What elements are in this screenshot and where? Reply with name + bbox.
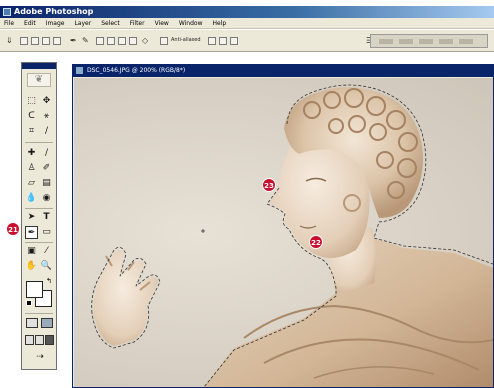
palette-tab[interactable] xyxy=(379,39,393,44)
pen-icon[interactable]: ✒ xyxy=(25,226,38,239)
toolbox-divider xyxy=(25,208,53,209)
antialias-checkbox[interactable] xyxy=(160,37,168,45)
jump-to-imageready-icon[interactable]: ⇢ xyxy=(32,351,48,364)
default-colors-icon[interactable] xyxy=(26,300,32,306)
toolbox-divider xyxy=(25,142,53,143)
brush-icon[interactable]: ∕ xyxy=(40,147,53,160)
shape-rect-button[interactable] xyxy=(96,37,104,45)
palette-well[interactable] xyxy=(370,34,488,48)
screen-mode-full-icon[interactable] xyxy=(45,335,54,345)
eraser-icon[interactable]: ▱ xyxy=(25,177,38,190)
menu-bar: File Edit Image Layer Select Filter View… xyxy=(0,18,494,29)
dodge-icon[interactable]: ◉ xyxy=(40,192,53,205)
intersect-selection-button[interactable] xyxy=(53,37,61,45)
menu-view[interactable]: View xyxy=(155,20,169,27)
zoom-icon[interactable]: 🔍 xyxy=(40,260,53,273)
options-bar: ⇓ ✒ ✎ ◇ Anti-aliased ☰ xyxy=(0,30,494,52)
notes-icon[interactable]: ▣ xyxy=(25,245,38,258)
menu-file[interactable]: File xyxy=(4,20,14,27)
quick-mask-icon[interactable] xyxy=(41,318,53,328)
callout-22: 22 xyxy=(309,235,323,249)
pen-option-icon[interactable]: ✒ xyxy=(70,36,77,45)
gradient-icon[interactable]: ▤ xyxy=(40,177,53,190)
callout-23: 23 xyxy=(262,178,276,192)
hand-shape xyxy=(93,249,158,346)
shape-polygon-button[interactable] xyxy=(129,37,137,45)
path-combine-button[interactable] xyxy=(208,37,216,45)
menu-select[interactable]: Select xyxy=(101,20,120,27)
screen-mode-standard-icon[interactable] xyxy=(25,335,34,345)
path-exclude-button[interactable] xyxy=(219,37,227,45)
path-selection-icon[interactable]: ➤ xyxy=(25,211,38,224)
foreground-color-swatch[interactable] xyxy=(26,281,43,298)
feather-logo-icon[interactable]: ❦ xyxy=(27,73,51,87)
palette-tab[interactable] xyxy=(419,39,433,44)
toolbox: ❦ ⬚ ✥ ᑕ ⚹ ⌗ ∕ ✚ ∕ ♙ ✐ ▱ ▤ 💧 ◉ ➤ T ✒ ▭ ▣ … xyxy=(21,62,57,370)
shape-ellipse-button[interactable] xyxy=(118,37,126,45)
menu-image[interactable]: Image xyxy=(46,20,65,27)
app-icon xyxy=(3,8,11,16)
palette-tab[interactable] xyxy=(399,39,413,44)
move-icon[interactable]: ✥ xyxy=(40,95,53,108)
document-window: DSC_0546.JPG @ 200% (RGB/8*) xyxy=(72,64,494,388)
swap-colors-icon[interactable]: ↰ xyxy=(46,277,52,285)
menu-edit[interactable]: Edit xyxy=(24,20,36,27)
type-icon[interactable]: T xyxy=(40,211,53,224)
app-title: Adobe Photoshop xyxy=(14,7,94,16)
cursor-crosshair xyxy=(201,229,205,233)
history-brush-icon[interactable]: ✐ xyxy=(40,162,53,175)
document-icon xyxy=(76,67,83,74)
title-bar: Adobe Photoshop xyxy=(0,6,494,18)
freeform-pen-icon[interactable]: ✎ xyxy=(82,36,89,45)
lasso-icon[interactable]: ᑕ xyxy=(25,110,38,123)
callout-21: 21 xyxy=(6,222,20,236)
toolbox-divider xyxy=(25,242,53,243)
image-canvas[interactable] xyxy=(74,78,493,387)
subtract-selection-button[interactable] xyxy=(42,37,50,45)
menu-window[interactable]: Window xyxy=(179,20,203,27)
toolbox-divider xyxy=(25,313,53,314)
document-title: DSC_0546.JPG @ 200% (RGB/8*) xyxy=(87,67,186,74)
palette-tab[interactable] xyxy=(439,39,453,44)
hand-icon[interactable]: ✋ xyxy=(25,260,38,273)
healing-brush-icon[interactable]: ✚ xyxy=(25,147,38,160)
path-intersect-button[interactable] xyxy=(230,37,238,45)
photoshop-app: Adobe Photoshop File Edit Image Layer Se… xyxy=(0,0,494,388)
toolbox-header[interactable] xyxy=(22,63,56,69)
screen-mode-full-menu-icon[interactable] xyxy=(35,335,44,345)
slice-icon[interactable]: ∕ xyxy=(40,125,53,138)
add-selection-button[interactable] xyxy=(31,37,39,45)
tool-preset-icon[interactable]: ⇓ xyxy=(6,36,13,45)
antialias-label: Anti-aliased xyxy=(171,37,201,43)
eyedropper-icon[interactable]: ⁄ xyxy=(40,245,53,258)
crop-icon[interactable]: ⌗ xyxy=(25,125,38,138)
custom-shape-icon[interactable]: ◇ xyxy=(142,36,148,45)
blur-icon[interactable]: 💧 xyxy=(25,192,38,205)
marquee-icon[interactable]: ⬚ xyxy=(25,95,38,108)
magic-wand-icon[interactable]: ⚹ xyxy=(40,110,53,123)
clone-stamp-icon[interactable]: ♙ xyxy=(25,162,38,175)
rectangle-shape-icon[interactable]: ▭ xyxy=(40,226,53,239)
menu-filter[interactable]: Filter xyxy=(130,20,145,27)
menu-layer[interactable]: Layer xyxy=(74,20,91,27)
new-selection-button[interactable] xyxy=(20,37,28,45)
menu-help[interactable]: Help xyxy=(213,20,227,27)
document-title-bar[interactable]: DSC_0546.JPG @ 200% (RGB/8*) xyxy=(73,65,493,77)
shape-rounded-button[interactable] xyxy=(107,37,115,45)
standard-mode-icon[interactable] xyxy=(26,318,38,328)
statue-image xyxy=(91,84,493,387)
palette-tab[interactable] xyxy=(459,39,473,44)
